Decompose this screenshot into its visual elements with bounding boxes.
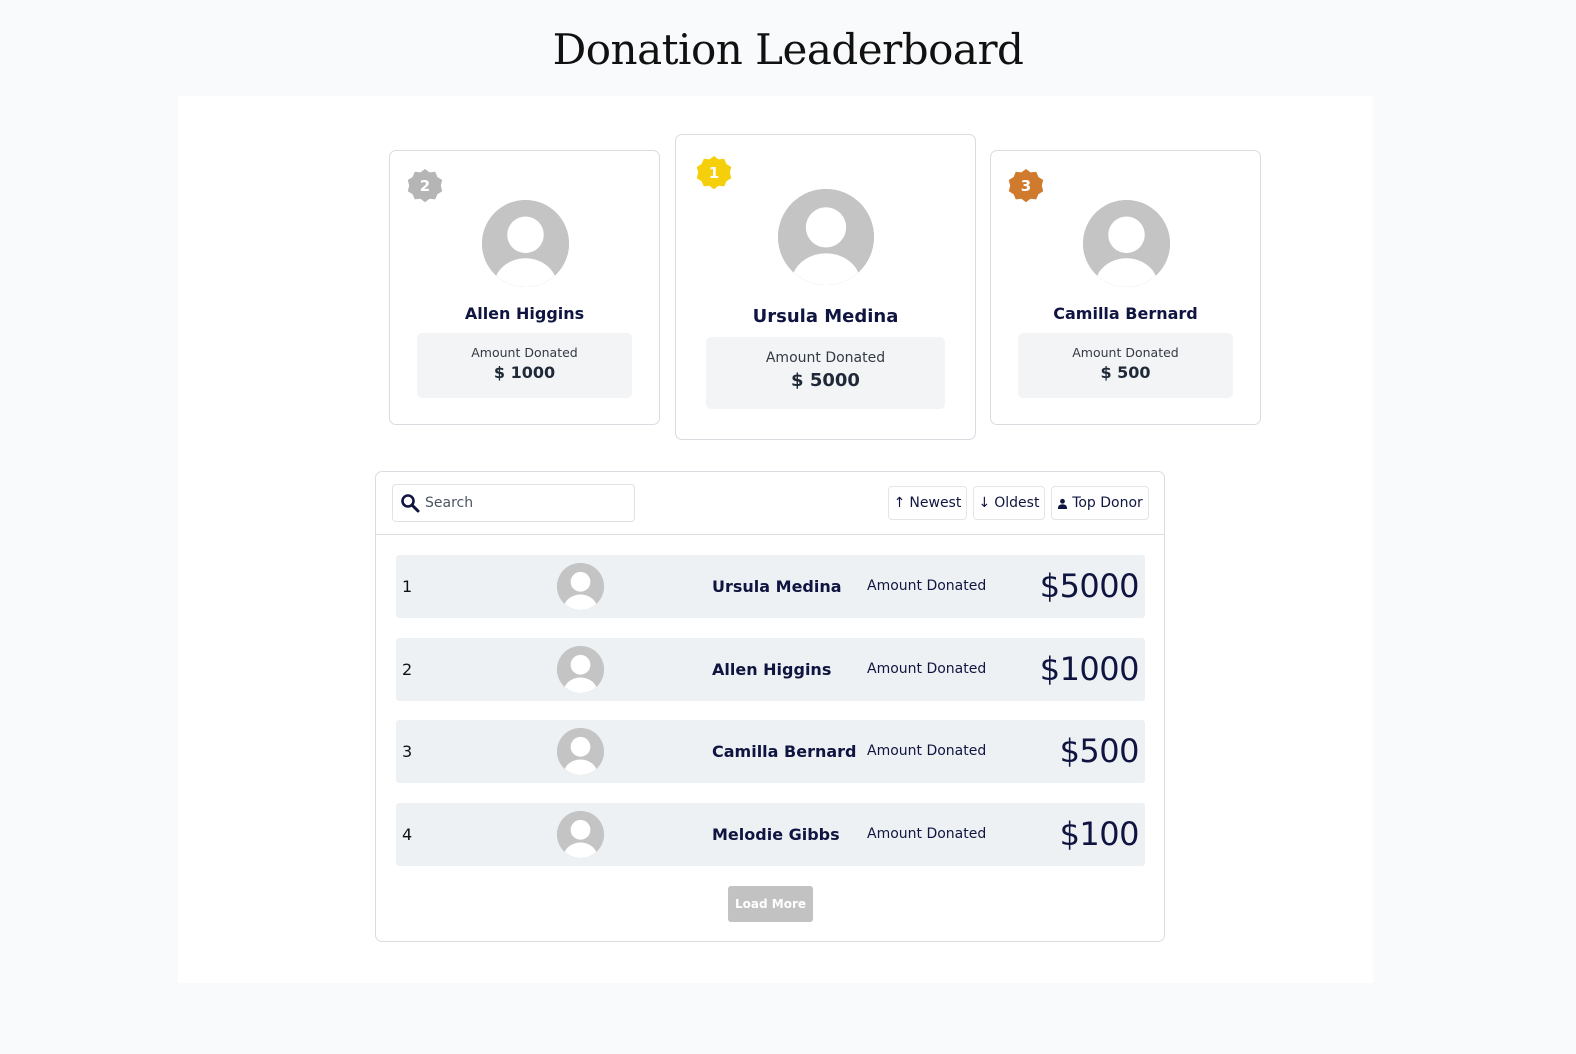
row-amount-value: $1000: [1039, 650, 1140, 688]
row-amount-value: $500: [1059, 732, 1140, 770]
amount-label: Amount Donated: [765, 350, 886, 366]
rank-badge-number: 3: [1020, 177, 1032, 195]
amount-box: Amount Donated $ 1000: [417, 333, 632, 398]
list-toolbar: ↑ Newest ↓ Oldest Top Donor: [376, 472, 1164, 535]
row-donor-name: Melodie Gibbs: [712, 825, 840, 844]
donor-name: Ursula Medina: [752, 306, 899, 327]
arrow-down-icon: ↓: [978, 495, 991, 511]
amount-label: Amount Donated: [471, 345, 578, 360]
row-amount-value: $100: [1059, 815, 1140, 853]
podium-card-third[interactable]: 3 Camilla Bernard Amount Donated $ 500: [990, 150, 1261, 425]
row-rank: 1: [402, 577, 413, 596]
rank-badge-number: 2: [419, 177, 431, 195]
user-avatar-icon: [557, 728, 604, 775]
row-amount-label: Amount Donated: [867, 743, 987, 759]
load-more-button[interactable]: Load More: [728, 886, 813, 922]
user-icon: [1057, 498, 1068, 509]
avatar: [778, 189, 874, 285]
row-rank: 4: [402, 825, 413, 844]
row-amount-label: Amount Donated: [867, 661, 987, 677]
sort-button-label: Oldest: [994, 495, 1040, 511]
avatar: [557, 728, 604, 775]
search-icon: [401, 494, 420, 513]
leaderboard-container: 2 Allen Higgins Amount Donated $ 1000 1: [178, 96, 1373, 983]
table-row[interactable]: 4 Melodie Gibbs Amount Donated $100: [396, 803, 1145, 866]
podium-card-first[interactable]: 1 Ursula Medina Amount Donated $ 5000: [675, 134, 976, 440]
user-avatar-icon: [557, 646, 604, 693]
avatar: [557, 563, 604, 610]
sort-top-donor-button[interactable]: Top Donor: [1051, 486, 1149, 520]
row-rank: 3: [402, 742, 413, 761]
user-avatar-icon: [557, 811, 604, 858]
sort-button-label: Newest: [909, 495, 962, 511]
amount-box: Amount Donated $ 5000: [706, 337, 945, 409]
avatar: [1083, 200, 1170, 287]
row-amount-value: $5000: [1039, 567, 1140, 605]
user-avatar-icon: [557, 563, 604, 610]
donor-list-panel: ↑ Newest ↓ Oldest Top Donor 1: [375, 471, 1165, 942]
table-row[interactable]: 2 Allen Higgins Amount Donated $1000: [396, 638, 1145, 701]
rank-badge-number: 1: [708, 164, 720, 182]
donor-name: Camilla Bernard: [1053, 304, 1198, 323]
user-avatar-icon: [778, 189, 874, 285]
podium-card-second[interactable]: 2 Allen Higgins Amount Donated $ 1000: [389, 150, 660, 425]
amount-label: Amount Donated: [1072, 345, 1179, 360]
search-box[interactable]: [392, 484, 635, 522]
arrow-up-icon: ↑: [893, 495, 906, 511]
search-input[interactable]: [425, 485, 625, 521]
table-row[interactable]: 1 Ursula Medina Amount Donated $5000: [396, 555, 1145, 618]
row-amount-label: Amount Donated: [867, 578, 987, 594]
table-row[interactable]: 3 Camilla Bernard Amount Donated $500: [396, 720, 1145, 783]
avatar: [557, 646, 604, 693]
avatar: [482, 200, 569, 287]
row-donor-name: Allen Higgins: [712, 660, 832, 679]
amount-value: $ 1000: [493, 363, 556, 382]
row-donor-name: Camilla Bernard: [712, 742, 857, 761]
donor-name: Allen Higgins: [464, 304, 585, 323]
user-avatar-icon: [482, 200, 569, 287]
sort-newest-button[interactable]: ↑ Newest: [888, 486, 967, 520]
row-amount-label: Amount Donated: [867, 826, 987, 842]
avatar: [557, 811, 604, 858]
rank-badge-icon: 3: [1008, 168, 1044, 204]
page-title: Donation Leaderboard: [552, 25, 1024, 74]
amount-value: $ 5000: [791, 370, 860, 391]
sort-oldest-button[interactable]: ↓ Oldest: [973, 486, 1045, 520]
amount-box: Amount Donated $ 500: [1018, 333, 1233, 398]
row-donor-name: Ursula Medina: [712, 577, 842, 596]
row-rank: 2: [402, 660, 413, 679]
user-avatar-icon: [1083, 200, 1170, 287]
rank-badge-icon: 1: [696, 155, 732, 191]
rank-badge-icon: 2: [407, 168, 443, 204]
amount-value: $ 500: [1100, 363, 1151, 382]
sort-button-label: Top Donor: [1072, 495, 1143, 511]
